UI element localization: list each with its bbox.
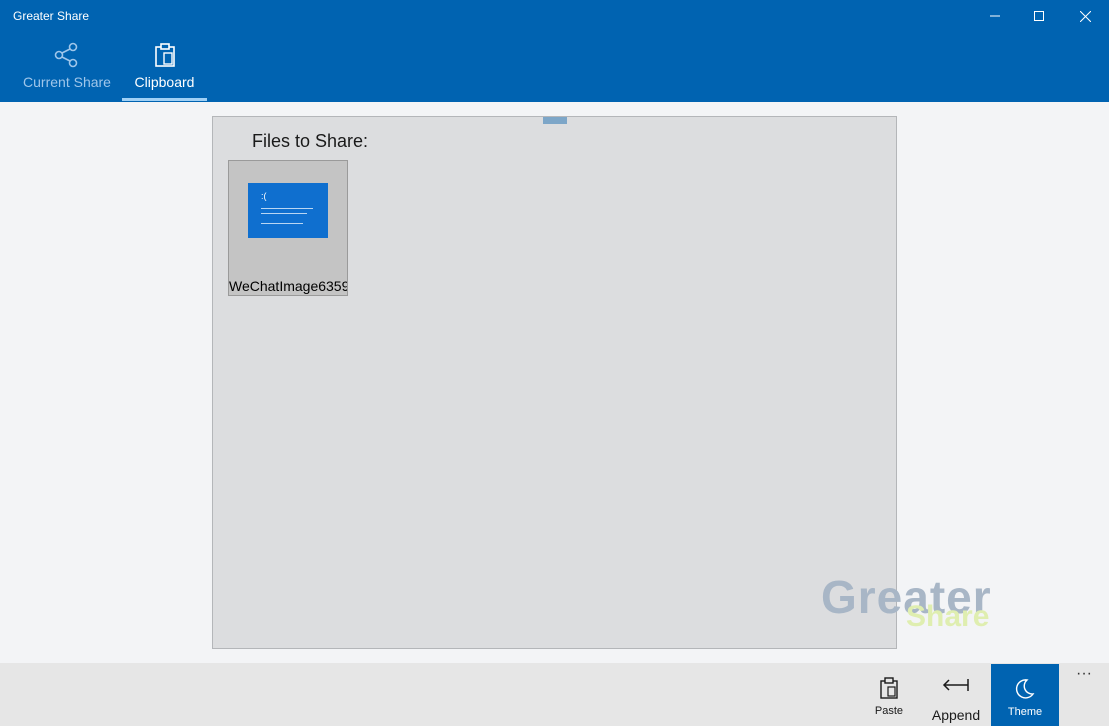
nav-bar: Current Share Clipboard xyxy=(0,32,1109,102)
paste-icon xyxy=(879,677,899,702)
close-button[interactable] xyxy=(1062,0,1108,32)
drag-grip[interactable] xyxy=(543,117,567,124)
thumbnail-line xyxy=(261,213,307,214)
share-nodes-icon xyxy=(54,42,80,71)
selected-tab-indicator xyxy=(122,98,207,101)
tab-label: Current Share xyxy=(23,74,111,90)
paste-button[interactable]: Paste xyxy=(857,663,921,726)
files-heading: Files to Share: xyxy=(252,131,369,151)
paste-label: Paste xyxy=(874,705,904,717)
tab-clipboard[interactable]: Clipboard xyxy=(122,32,207,102)
watermark-line2: Share xyxy=(906,600,990,633)
append-arrow-icon xyxy=(942,677,970,696)
minimize-icon xyxy=(990,15,1000,17)
close-icon xyxy=(1079,10,1091,22)
file-thumbnail: :( xyxy=(248,183,328,238)
clipboard-icon xyxy=(153,42,177,71)
more-icon: ··· xyxy=(1076,665,1092,682)
theme-label: Theme xyxy=(1007,706,1043,718)
theme-button[interactable]: Theme xyxy=(991,664,1059,726)
append-label: Append xyxy=(931,707,981,723)
append-button[interactable]: Append xyxy=(924,663,988,726)
files-drop-panel[interactable]: Files to Share: :( WeChatImage6359 Great… xyxy=(212,116,991,649)
more-options-button[interactable]: ··· xyxy=(1064,663,1104,693)
tab-current-share[interactable]: Current Share xyxy=(20,32,114,102)
command-bar: Paste Append Theme ··· xyxy=(0,663,1109,726)
tab-label: Clipboard xyxy=(134,74,195,90)
maximize-icon xyxy=(1034,11,1044,21)
title-bar: Greater Share xyxy=(0,0,1109,32)
maximize-button[interactable] xyxy=(1016,0,1062,32)
file-name: WeChatImage6359 xyxy=(229,278,348,294)
minimize-button[interactable] xyxy=(972,0,1018,32)
thumbnail-text: :( xyxy=(261,191,267,201)
file-tile[interactable]: :( WeChatImage6359 xyxy=(228,160,348,296)
window-title: Greater Share xyxy=(13,9,90,23)
thumbnail-line xyxy=(261,208,313,209)
watermark-logo: Greater Share xyxy=(821,570,1021,640)
moon-icon xyxy=(1015,678,1035,703)
thumbnail-line xyxy=(261,223,303,224)
